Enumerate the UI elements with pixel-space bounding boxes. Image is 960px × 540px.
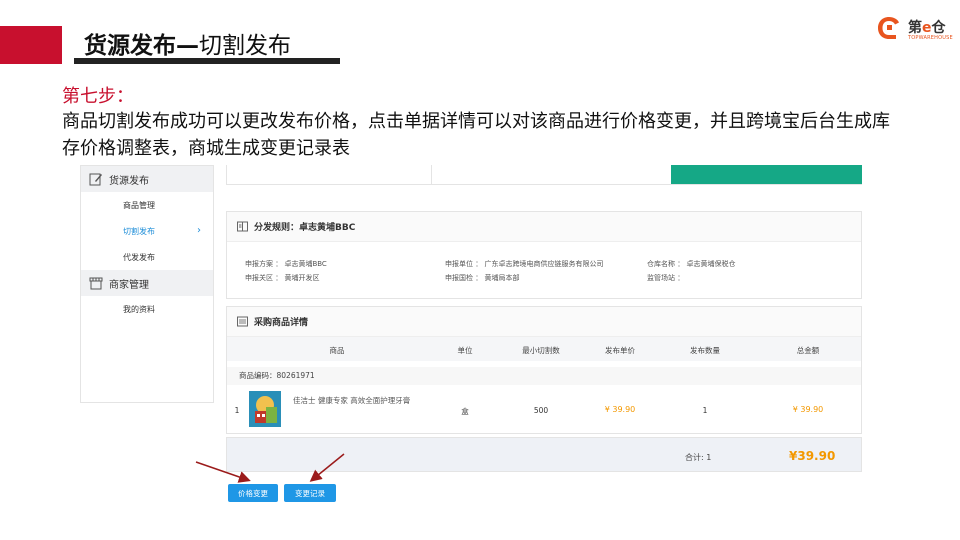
col-header-unit-price: 发布单价 bbox=[605, 346, 635, 355]
brand-logo: 第e仓 TOPWAREHOUSE bbox=[876, 14, 953, 44]
logo-mark-icon bbox=[878, 17, 899, 39]
step-label: 第七步： bbox=[62, 86, 134, 107]
slide-title-light: 切割发布 bbox=[199, 33, 291, 59]
field-declare-inspection: 申报国检 ： 黄埔局本部 bbox=[445, 274, 520, 282]
goods-table-header: 商品 单位 最小切割数 发布单价 发布数量 总金额 bbox=[227, 337, 861, 361]
col-header-total: 总金额 bbox=[796, 346, 820, 355]
row-min-cut: 500 bbox=[533, 406, 549, 415]
purchase-goods-panel: 采购商品详情 商品 单位 最小切割数 发布单价 发布数量 总金额 商品编码：80… bbox=[226, 306, 862, 434]
book-icon bbox=[237, 221, 248, 232]
row-unit-price: ¥ 39.90 bbox=[604, 405, 636, 414]
total-count-label: 合计: 1 bbox=[685, 453, 712, 462]
goods-panel-header: 采购商品详情 bbox=[227, 307, 861, 337]
field-declare-customs: 申报关区 ： 黄埔开发区 bbox=[245, 274, 320, 282]
green-banner bbox=[671, 165, 862, 184]
col-header-quantity: 发布数量 bbox=[690, 346, 720, 355]
field-warehouse: 仓库名称 ： 卓志黄埔保税仓 bbox=[647, 260, 736, 268]
total-amount: ¥39.90 bbox=[789, 449, 836, 463]
frame-divider bbox=[431, 165, 432, 185]
row-index: 1 bbox=[234, 406, 240, 415]
sidebar-group-label: 商家管理 bbox=[109, 279, 149, 291]
sidebar-group-label: 货源发布 bbox=[109, 175, 149, 187]
goods-panel-title: 采购商品详情 bbox=[254, 318, 309, 328]
sidebar-item-label: 代发发布 bbox=[123, 252, 155, 262]
slide-title: 货源发布—切割发布 bbox=[84, 26, 291, 60]
sidebar-group-merchant-manage[interactable]: 商家管理 bbox=[81, 270, 213, 296]
accent-bar bbox=[0, 26, 62, 64]
sidebar-item-product-manage[interactable]: 商品管理 bbox=[81, 192, 213, 218]
row-quantity: 1 bbox=[702, 406, 708, 415]
sidebar: 货源发布 商品管理 切割发布 › 代发发布 商家管理 我的资料 bbox=[80, 165, 214, 403]
edit-icon bbox=[89, 173, 102, 186]
change-record-button-label: 变更记录 bbox=[295, 488, 325, 498]
logo-subtitle: TOPWAREHOUSE bbox=[908, 35, 953, 41]
product-name[interactable]: 佳洁士 健康专家 高效全面护理牙膏 bbox=[293, 395, 410, 406]
field-declare-plan: 申报方案 ： 卓志黄埔BBC bbox=[245, 260, 327, 268]
top-frame bbox=[226, 165, 862, 185]
field-supervision: 监管场站 ： bbox=[647, 274, 685, 282]
field-declare-unit: 申报单位 ： 广东卓志跨境电商供应链服务有限公司 bbox=[445, 260, 604, 268]
distribution-rule-panel: 分发规则：卓志黄埔BBC 申报方案 ： 卓志黄埔BBC 申报关区 ： 黄埔开发区… bbox=[226, 211, 862, 299]
logo-text-a: 第 bbox=[908, 20, 922, 36]
total-bar: 合计: 1 ¥39.90 bbox=[226, 437, 862, 472]
rule-panel-title: 分发规则：卓志黄埔BBC bbox=[254, 223, 356, 233]
rule-panel-header: 分发规则：卓志黄埔BBC bbox=[227, 212, 861, 242]
price-change-button-label: 价格变更 bbox=[238, 488, 268, 498]
product-code: 商品编码：80261971 bbox=[239, 371, 315, 380]
change-record-button[interactable]: 变更记录 bbox=[284, 484, 336, 502]
col-header-product: 商品 bbox=[329, 346, 345, 355]
step-description: 商品切割发布成功可以更改发布价格，点击单据详情可以对该商品进行价格变更，并且跨境… bbox=[62, 111, 890, 159]
store-icon bbox=[89, 277, 103, 290]
slide-title-wrap: 货源发布—切割发布 bbox=[74, 20, 340, 64]
sidebar-item-my-profile[interactable]: 我的资料 bbox=[81, 296, 213, 322]
product-thumbnail[interactable] bbox=[249, 391, 281, 427]
sidebar-item-cut-publish[interactable]: 切割发布 › bbox=[81, 218, 213, 244]
slide-title-bold: 货源发布— bbox=[84, 33, 199, 59]
sidebar-item-label: 切割发布 bbox=[123, 226, 155, 236]
logo-text-b: 仓 bbox=[931, 20, 946, 36]
sidebar-group-source-publish[interactable]: 货源发布 bbox=[81, 166, 213, 192]
col-header-min-cut: 最小切割数 bbox=[522, 346, 560, 355]
row-unit: 盒 bbox=[461, 407, 469, 416]
col-header-unit: 单位 bbox=[457, 346, 473, 355]
image-icon bbox=[237, 316, 248, 327]
sidebar-item-dropship-publish[interactable]: 代发发布 bbox=[81, 244, 213, 270]
price-change-button[interactable]: 价格变更 bbox=[228, 484, 278, 502]
product-code-row: 商品编码：80261971 bbox=[227, 367, 861, 385]
chevron-right-icon: › bbox=[197, 225, 201, 236]
logo-text-e: e bbox=[922, 20, 932, 36]
sidebar-item-label: 商品管理 bbox=[123, 200, 155, 210]
row-total: ¥ 39.90 bbox=[792, 405, 824, 414]
sidebar-item-label: 我的资料 bbox=[123, 304, 155, 314]
logo-text: 第e仓 bbox=[908, 17, 946, 37]
